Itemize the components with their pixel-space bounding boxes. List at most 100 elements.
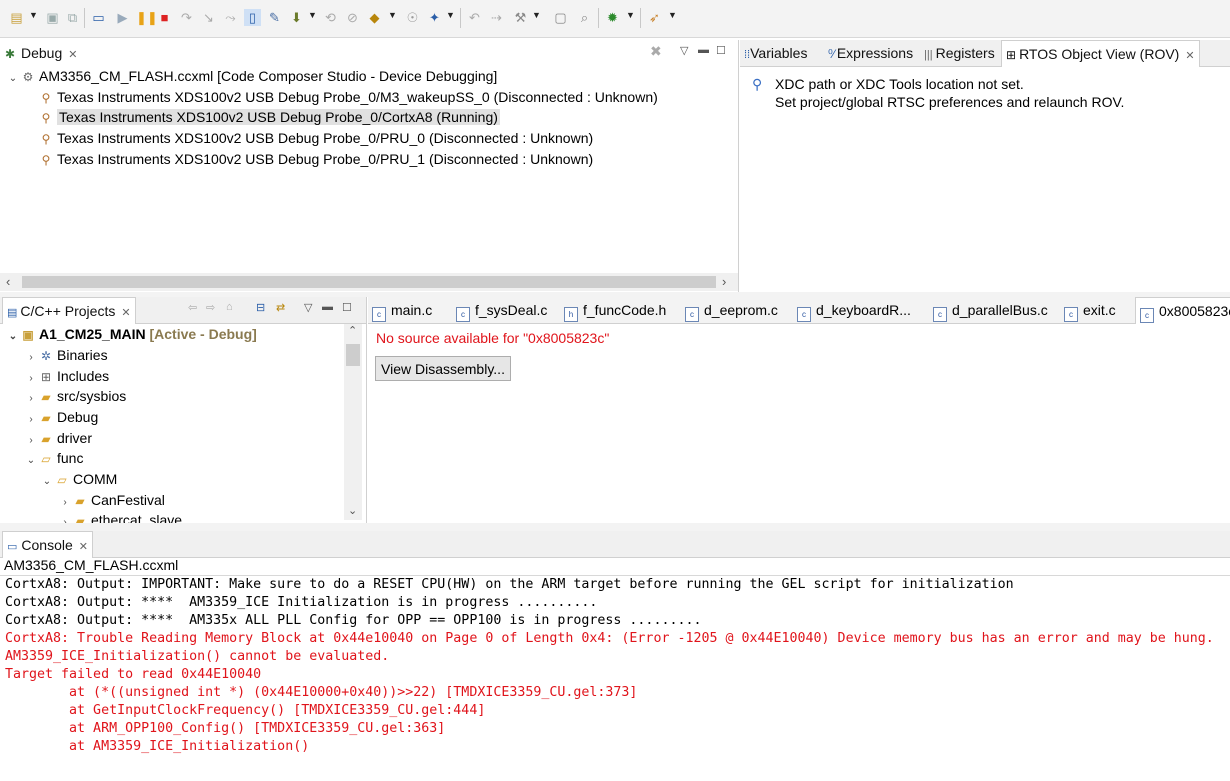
expressions-icon: ⁰⁄: [828, 47, 835, 61]
close-icon[interactable]: ✕: [121, 307, 130, 319]
tree-item-binaries[interactable]: › ✲ Binaries: [24, 345, 107, 366]
debug-item[interactable]: ⚲ Texas Instruments XDS100v2 USB Debug Pr…: [38, 128, 594, 149]
load-program-icon[interactable]: ⟲: [322, 9, 339, 26]
window-icon[interactable]: ▢: [552, 9, 569, 26]
tree-item-comm[interactable]: ⌄ ▱ COMM: [40, 469, 118, 490]
scroll-down-icon[interactable]: ⌄: [348, 504, 357, 517]
close-icon[interactable]: ✕: [1185, 50, 1194, 62]
view-menu-icon[interactable]: ▽: [680, 44, 688, 57]
tab-console[interactable]: ▭ Console ✕: [2, 531, 93, 558]
includes-icon: ⊞: [40, 370, 52, 384]
horizontal-scrollbar[interactable]: ‹ ›: [0, 273, 738, 291]
console-error-line: AM3359_ICE_Initialization() cannot be ev…: [5, 649, 390, 664]
run-icon[interactable]: ➶: [646, 9, 663, 26]
project-row[interactable]: ⌄ ▣ A1_CM25_MAIN [Active - Debug]: [6, 324, 257, 345]
minimize-icon[interactable]: ▬: [698, 44, 709, 56]
c-file-icon: c: [797, 307, 811, 322]
tab-variables[interactable]: ⁞⁞Variables: [744, 40, 807, 66]
tab-f-funccode-h[interactable]: h f_funcCode.h: [564, 297, 666, 323]
maximize-icon[interactable]: ☐: [342, 301, 352, 314]
disconnect-icon[interactable]: ↷: [178, 9, 195, 26]
binaries-icon: ✲: [40, 349, 52, 363]
tree-item-includes[interactable]: › ⊞ Includes: [24, 366, 109, 387]
scroll-right-icon[interactable]: ›: [722, 274, 726, 289]
tree-item-debug[interactable]: › ▰ Debug: [24, 407, 98, 428]
tab-registers[interactable]: ||| Registers: [924, 40, 995, 66]
view-menu-icon[interactable]: ▽: [304, 301, 312, 314]
terminate-icon[interactable]: ■: [156, 9, 173, 26]
tree-item-func[interactable]: ⌄ ▱ func: [24, 448, 84, 469]
debug-session-label: AM3356_CM_FLASH.ccxml [Code Composer Stu…: [39, 68, 498, 84]
tab-address[interactable]: c 0x8005823c: [1135, 297, 1230, 324]
remove-all-icon[interactable]: ✖: [650, 43, 662, 60]
debug-icon[interactable]: ▭: [90, 9, 107, 26]
scroll-up-icon[interactable]: ⌃: [348, 324, 357, 337]
scroll-thumb[interactable]: [22, 276, 716, 288]
console-error-line: Target failed to read 0x44E10040: [5, 667, 262, 682]
step-over-icon[interactable]: ⤳: [222, 9, 239, 26]
debug-session-row[interactable]: ⌄ ⚙ AM3356_CM_FLASH.ccxml [Code Composer S…: [6, 66, 498, 89]
console-line: CortxA8: Output: **** AM335x ALL PLL Con…: [5, 613, 702, 628]
home-icon[interactable]: ⌂: [226, 301, 233, 313]
tab-rov[interactable]: ⊞ RTOS Object View (ROV) ✕: [1001, 40, 1200, 67]
bug-icon[interactable]: ☉: [404, 9, 421, 26]
folder-icon: ▰: [41, 411, 51, 425]
c-file-icon: c: [1064, 307, 1078, 322]
resume-icon[interactable]: ▶: [114, 9, 131, 26]
tree-item-driver[interactable]: › ▰ driver: [24, 428, 92, 449]
external-tools-icon[interactable]: ✦: [426, 9, 443, 26]
back-icon[interactable]: ↶: [466, 9, 483, 26]
tree-item-src[interactable]: › ▰ src/sysbios: [24, 386, 126, 407]
debug-item[interactable]: ⚲ Texas Instruments XDS100v2 USB Debug Pr…: [38, 149, 594, 170]
view-disassembly-button[interactable]: View Disassembly...: [375, 356, 511, 381]
gear-icon[interactable]: ✹: [604, 9, 621, 26]
chevron-down-icon[interactable]: ⌄: [6, 68, 20, 89]
tab-d-parallelbus-c[interactable]: c d_parallelBus.c: [933, 297, 1048, 323]
tab-projects[interactable]: ▤ C/C++ Projects ✕: [2, 297, 136, 324]
close-icon[interactable]: ✕: [68, 49, 77, 61]
save-all-icon[interactable]: ⧉: [64, 9, 81, 26]
new-icon[interactable]: ▤: [8, 9, 25, 26]
minimize-icon[interactable]: ▬: [322, 301, 333, 313]
debug-item-selected[interactable]: ⚲ Texas Instruments XDS100v2 USB Debug Pr…: [38, 107, 500, 128]
tab-main-c[interactable]: c main.c: [372, 297, 432, 323]
search-icon[interactable]: ⌕: [576, 9, 593, 26]
suspend-icon[interactable]: ❚❚: [136, 9, 158, 26]
tree-item-canfestival[interactable]: › ▰ CanFestival: [58, 490, 165, 511]
instruction-step-icon[interactable]: ▯: [244, 9, 261, 26]
tab-d-eeprom-c[interactable]: c d_eeprom.c: [685, 297, 778, 323]
reset-icon[interactable]: ✎: [266, 9, 283, 26]
link-editor-icon[interactable]: ⇄: [276, 301, 285, 314]
c-file-icon: c: [685, 307, 699, 322]
folder-icon: ▰: [41, 432, 51, 446]
back-icon[interactable]: ⇦: [188, 301, 197, 314]
hammer-icon[interactable]: ⚒: [512, 9, 529, 26]
tree-item-ethercat[interactable]: › ▰ ethercat_slave: [58, 510, 182, 523]
console-icon: ▭: [7, 541, 18, 553]
project-icon: ▣: [22, 328, 34, 342]
vertical-scrollbar[interactable]: ⌃ ⌄: [344, 324, 362, 520]
chevron-down-icon[interactable]: ⌄: [6, 326, 20, 347]
close-icon[interactable]: ✕: [79, 541, 88, 553]
tab-exit-c[interactable]: c exit.c: [1064, 297, 1116, 323]
tab-f-sysdeal-c[interactable]: c f_sysDeal.c: [456, 297, 547, 323]
projects-view: ▤ C/C++ Projects ✕ ⇦ ⇨ ⌂ ⊟ ⇄ ▽ ▬ ☐ ⌄ ▣ A1_CM…: [0, 297, 367, 523]
run-to-line-icon[interactable]: ◆: [366, 9, 383, 26]
forward-icon[interactable]: ⇢: [488, 9, 505, 26]
collapse-all-icon[interactable]: ⊟: [256, 301, 265, 314]
table-icon: ⊞: [1006, 48, 1017, 62]
restart-icon[interactable]: ⬇: [288, 9, 305, 26]
scroll-left-icon[interactable]: ‹: [6, 274, 10, 289]
maximize-icon[interactable]: ☐: [716, 44, 726, 57]
save-icon[interactable]: ▣: [44, 9, 61, 26]
tab-debug[interactable]: ✱ Debug ✕: [2, 40, 78, 66]
chevron-down-icon[interactable]: ▼: [29, 10, 38, 20]
tab-expressions[interactable]: ⁰⁄ Expressions: [828, 40, 913, 66]
tab-d-keyboard[interactable]: c d_keyboardR...: [797, 297, 911, 323]
folder-icon: ▰: [75, 514, 85, 523]
expressions-icon[interactable]: ⊘: [344, 9, 361, 26]
forward-icon[interactable]: ⇨: [206, 301, 215, 314]
debug-item[interactable]: ⚲ Texas Instruments XDS100v2 USB Debug Pr…: [38, 87, 658, 108]
scroll-thumb[interactable]: [346, 344, 360, 366]
step-into-icon[interactable]: ↘: [200, 9, 217, 26]
